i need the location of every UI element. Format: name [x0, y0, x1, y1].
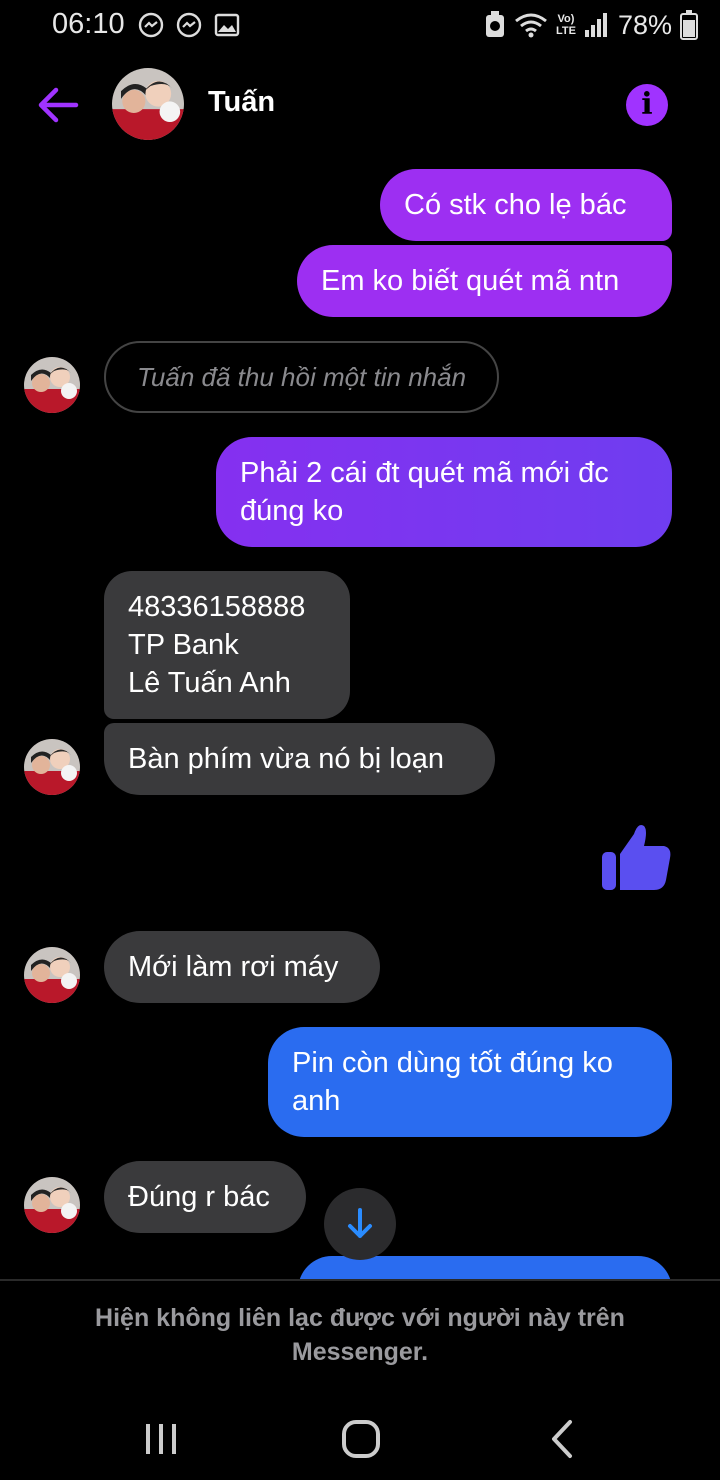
- contact-name[interactable]: Tuấn: [208, 86, 275, 119]
- message-outgoing[interactable]: Có stk cho lẹ bác: [380, 169, 672, 241]
- sender-avatar[interactable]: [24, 947, 80, 1003]
- back-nav-icon[interactable]: [538, 1414, 588, 1464]
- network-type: LTE: [555, 25, 576, 37]
- sender-avatar[interactable]: [24, 739, 80, 795]
- contact-avatar[interactable]: [112, 68, 184, 140]
- system-nav-bar: [0, 1400, 720, 1480]
- thumbs-up-icon[interactable]: [598, 818, 674, 894]
- message-incoming[interactable]: Đúng r bác: [104, 1161, 306, 1233]
- message-outgoing[interactable]: Em ko biết quét mã ntn: [297, 245, 672, 317]
- volte-label: Vo): [557, 13, 575, 25]
- wifi-icon: [515, 13, 547, 38]
- composer-unavailable-banner: Hiện không liên lạc được với người này t…: [0, 1281, 720, 1400]
- message-outgoing[interactable]: Pin còn dùng tốt đúng ko anh: [268, 1027, 672, 1137]
- status-time: 06:10: [52, 8, 125, 40]
- battery-saver-icon: [485, 11, 504, 37]
- back-arrow-icon[interactable]: [32, 80, 82, 130]
- home-icon[interactable]: [336, 1414, 386, 1464]
- volte-indicator: Vo) LTE: [556, 13, 576, 37]
- avatar-photo: [24, 739, 80, 795]
- message-outgoing[interactable]: Phải 2 cái đt quét mã mới đc đúng ko: [216, 437, 672, 547]
- battery-percent: 78%: [617, 9, 672, 40]
- gallery-icon: [214, 13, 240, 37]
- signal-icon: [584, 13, 607, 37]
- scroll-to-bottom-button[interactable]: [324, 1188, 396, 1260]
- messenger-icon: [138, 12, 164, 38]
- messenger-icon: [176, 12, 202, 38]
- conversation-header: Tuấn i: [0, 60, 720, 150]
- message-incoming[interactable]: Mới làm rơi máy: [104, 931, 380, 1003]
- recents-icon[interactable]: [136, 1414, 186, 1464]
- info-icon[interactable]: i: [626, 84, 668, 126]
- sender-avatar[interactable]: [24, 1177, 80, 1233]
- message-incoming[interactable]: 48336158888 TP Bank Lê Tuấn Anh: [104, 571, 350, 719]
- unsent-message-notice: Tuấn đã thu hồi một tin nhắn: [104, 341, 499, 413]
- status-right: Vo) LTE 78%: [484, 8, 698, 42]
- message-incoming[interactable]: Bàn phím vừa nó bị loạn: [104, 723, 495, 795]
- avatar-photo: [24, 357, 80, 413]
- unavailable-notice: Hiện không liên lạc được với người này t…: [95, 1304, 625, 1366]
- avatar-photo: [112, 68, 184, 140]
- avatar-photo: [24, 1177, 80, 1233]
- sender-avatar[interactable]: [24, 357, 80, 413]
- avatar-photo: [24, 947, 80, 1003]
- battery-icon: [680, 10, 698, 40]
- arrow-down-icon: [348, 1208, 372, 1238]
- status-bar: 06:10 Vo) LTE 78%: [0, 0, 720, 50]
